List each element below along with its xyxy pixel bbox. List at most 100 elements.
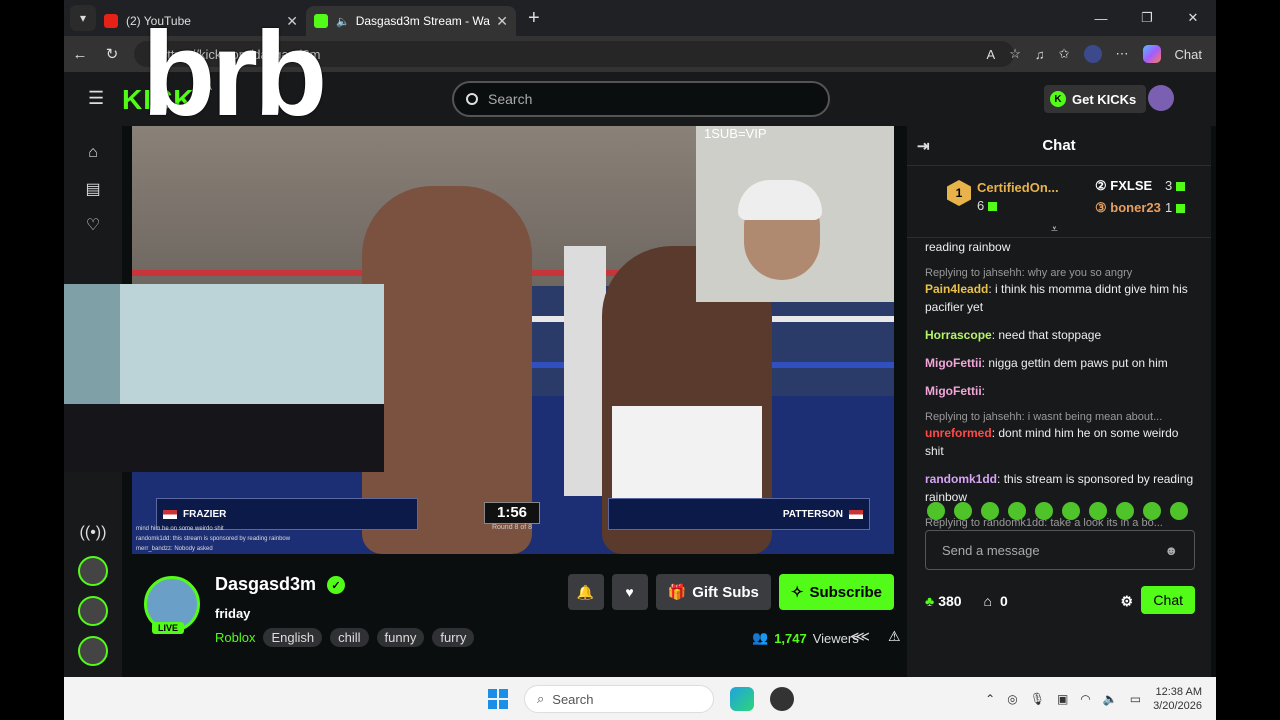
settings-icon[interactable]: ⚙ xyxy=(1120,593,1133,610)
emote-icon[interactable] xyxy=(1116,502,1134,520)
store-count: 0 xyxy=(1000,593,1008,609)
maximize-icon[interactable]: ❐ xyxy=(1124,0,1170,36)
followed-channel-avatar[interactable] xyxy=(78,596,108,626)
emote-icon[interactable] xyxy=(1170,502,1188,520)
kicks-count[interactable]: 380 xyxy=(938,593,961,609)
tag[interactable]: furry xyxy=(432,628,475,647)
followed-channel-avatar[interactable] xyxy=(78,636,108,666)
tab-actions-button[interactable]: ▾ xyxy=(70,5,96,31)
emote-icon[interactable] xyxy=(981,502,999,520)
overlay-chat-line: merr_bandzz: Nobody asked xyxy=(136,546,213,552)
tag[interactable]: English xyxy=(263,628,323,647)
extensions-icon[interactable]: ♫ xyxy=(1035,47,1045,62)
tag[interactable]: funny xyxy=(376,628,425,647)
send-chat-button[interactable]: Chat xyxy=(1141,586,1195,614)
leader-name[interactable]: ③ boner23 xyxy=(1095,200,1161,216)
brb-overlay: brb xyxy=(142,7,327,141)
edge-icon[interactable] xyxy=(730,687,754,711)
follow-button[interactable]: ♥ xyxy=(611,574,648,610)
viewer-count: 👥 1,747 Viewers xyxy=(752,630,859,646)
chat-username[interactable]: Pain4leadd xyxy=(925,282,988,296)
leader-count: 6 xyxy=(977,198,998,213)
chat-username[interactable]: MigoFettii xyxy=(925,356,982,370)
chat-input[interactable]: Send a message ☻ xyxy=(925,530,1195,570)
emote-icon[interactable] xyxy=(954,502,972,520)
emote-icon[interactable] xyxy=(927,502,945,520)
live-icon[interactable]: ((•)) xyxy=(80,522,107,544)
share-icon[interactable]: ⋘ xyxy=(850,628,870,645)
search-input[interactable]: Search xyxy=(452,81,830,117)
chat-username[interactable]: Horrascope xyxy=(925,328,992,342)
read-aloud-icon[interactable]: A xyxy=(987,47,996,62)
reply-context[interactable]: Replying to jahsehh: why are you so angr… xyxy=(925,266,1197,280)
menu-icon[interactable]: ☰ xyxy=(88,88,104,109)
store-icon[interactable]: ⌂ xyxy=(984,593,992,609)
emote-icon[interactable] xyxy=(1035,502,1053,520)
webcam-caption: 1SUB=VIP xyxy=(704,126,767,141)
volume-icon[interactable]: 🔈 xyxy=(1103,692,1118,706)
close-window-icon[interactable]: ✕ xyxy=(1170,0,1216,36)
gift-leaderboard: 1 CertifiedOn... 6 ② FXLSE 3 ③ boner23 1… xyxy=(907,166,1211,238)
chat-username[interactable]: randomk1dd xyxy=(925,472,997,486)
emote-icon[interactable] xyxy=(1089,502,1107,520)
tag[interactable]: chill xyxy=(330,628,369,647)
clock[interactable]: 12:38 AM 3/20/2026 xyxy=(1153,685,1202,713)
back-icon[interactable]: ← xyxy=(64,46,96,63)
app-tray-icon[interactable]: ◎ xyxy=(1007,692,1017,706)
favorites-icon[interactable]: ✩ xyxy=(1059,46,1070,62)
new-tab-button[interactable]: + xyxy=(528,7,540,30)
collapse-chat-icon[interactable]: ⇥ xyxy=(917,137,930,155)
browser-window: ▾ (2) YouTube ✕ 🔈 Dasgasd3m Stream - Wat… xyxy=(64,0,1216,720)
close-tab-icon[interactable]: ✕ xyxy=(496,13,508,30)
channel-name[interactable]: Dasgasd3m xyxy=(215,574,316,595)
subscribe-button[interactable]: ✧ Subscribe xyxy=(778,574,894,610)
followed-channel-avatar[interactable] xyxy=(78,556,108,586)
chevron-up-icon[interactable]: ⌃ xyxy=(985,692,995,706)
window-controls: — ❐ ✕ xyxy=(1078,0,1216,36)
minimize-icon[interactable]: — xyxy=(1078,0,1124,36)
browse-icon[interactable]: ▤ xyxy=(82,178,104,200)
battery-icon[interactable]: ▭ xyxy=(1130,692,1141,706)
start-icon[interactable] xyxy=(488,689,508,709)
tab-title: Dasgasd3m Stream - Watch L xyxy=(355,14,491,28)
speaker-icon[interactable]: 🔈 xyxy=(336,15,350,28)
wifi-icon[interactable]: ◠ xyxy=(1080,692,1090,706)
search-placeholder: Search xyxy=(488,91,533,107)
gift-icon: 🎁 xyxy=(667,584,687,601)
copilot-label[interactable]: Chat xyxy=(1175,47,1202,62)
app-icon[interactable] xyxy=(770,687,794,711)
leader-name[interactable]: ② FXLSE xyxy=(1095,178,1152,194)
search-icon xyxy=(466,93,478,105)
sparkle-icon: ✧ xyxy=(790,584,804,601)
report-icon[interactable]: ⚠ xyxy=(888,628,901,645)
emote-icon[interactable] xyxy=(1143,502,1161,520)
taskbar-search[interactable]: ⌕ Search xyxy=(524,685,714,713)
chat-username[interactable]: unreformed xyxy=(925,426,992,440)
favorite-star-icon[interactable]: ☆ xyxy=(1009,46,1021,62)
home-icon[interactable]: ⌂ xyxy=(82,142,104,164)
notification-bell-button[interactable]: 🔔 xyxy=(567,574,604,610)
refresh-icon[interactable]: ↻ xyxy=(96,45,128,63)
profile-icon[interactable] xyxy=(1083,45,1102,63)
fighter-right-name: PATTERSON xyxy=(782,508,843,520)
category-link[interactable]: Roblox xyxy=(215,630,255,645)
us-flag-icon xyxy=(163,509,177,519)
emote-icon[interactable] xyxy=(1008,502,1026,520)
following-icon[interactable]: ♡ xyxy=(82,214,104,236)
more-icon[interactable]: ⋯ xyxy=(1116,46,1129,62)
leader-name[interactable]: CertifiedOn... xyxy=(977,180,1067,195)
copilot-icon[interactable] xyxy=(1142,45,1161,63)
emoji-icon[interactable]: ☻ xyxy=(1164,543,1178,558)
display-icon[interactable]: ▣ xyxy=(1057,692,1068,706)
chat-username[interactable]: MigoFettii xyxy=(925,384,982,398)
user-avatar[interactable] xyxy=(1148,85,1174,111)
clock-time: 12:38 AM xyxy=(1155,685,1202,698)
microphone-icon[interactable]: 🎙 xyxy=(1030,692,1045,706)
expand-leaderboard-icon[interactable]: ⩡ xyxy=(1051,222,1058,237)
gift-subs-button[interactable]: 🎁 Gift Subs xyxy=(655,574,771,610)
tab-kick[interactable]: 🔈 Dasgasd3m Stream - Watch L ✕ xyxy=(306,6,516,36)
emote-icon[interactable] xyxy=(1062,502,1080,520)
reply-context[interactable]: Replying to jahsehh: i wasnt being mean … xyxy=(925,410,1197,424)
get-kicks-button[interactable]: K Get KICKs xyxy=(1044,85,1147,113)
rank-badge: 1 xyxy=(947,180,971,206)
